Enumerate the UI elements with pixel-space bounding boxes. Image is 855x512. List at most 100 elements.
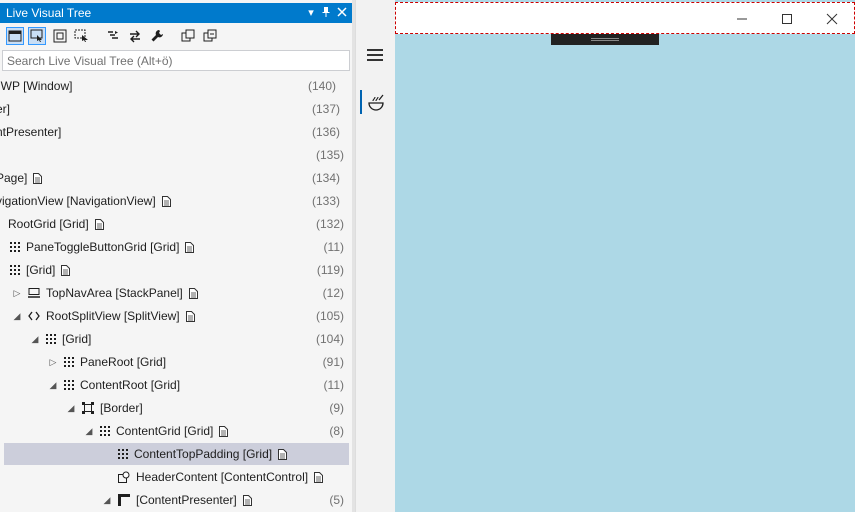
tree-row-count: (11) [323,378,344,392]
tree-row-count: (105) [315,309,344,323]
collapse-arrow-icon[interactable]: ◢ [84,426,94,437]
tree-row[interactable]: ◢ ContentGrid [Grid] (8) [0,420,352,442]
expand-arrow-icon[interactable]: ▷ [12,288,22,299]
border-element-icon [82,402,94,414]
go-to-source-icon[interactable] [242,494,252,506]
tree-row[interactable]: er] (137) [0,98,348,120]
app-window [355,0,855,512]
collapse-arrow-icon[interactable]: ◢ [12,311,22,322]
tree-row-count: (119) [316,263,344,277]
wrench-icon[interactable] [148,27,166,45]
sync-arrows-icon[interactable] [126,27,144,45]
tree-row-count: (12) [322,286,344,300]
window-close-icon[interactable] [824,11,840,27]
go-to-source-icon[interactable] [314,471,324,483]
tree-row-label: Page] [0,171,28,185]
search-input[interactable] [3,51,323,70]
tree-row[interactable]: ContentTopPadding [Grid] [4,443,349,465]
app-content-area [395,0,855,512]
tree-row[interactable]: vigationView [NavigationView] (133) [0,190,348,212]
tree-row-count: (137) [311,102,340,116]
go-to-source-icon[interactable] [219,425,229,437]
minimize-icon[interactable] [734,11,750,27]
go-to-source-icon[interactable] [33,172,43,184]
tree-row-label: ContentRoot [Grid] [80,378,181,392]
expand-all-icon[interactable] [179,27,197,45]
search-box[interactable] [2,50,350,71]
tree-row[interactable]: ▷ PaneRoot [Grid] (91) [0,351,352,373]
panel-title: Live Visual Tree [6,6,92,20]
tree-row-label: vigationView [NavigationView] [0,194,156,208]
tree-row-label: PaneRoot [Grid] [80,355,167,369]
hamburger-menu-icon[interactable] [367,47,385,63]
tree-row[interactable]: ◢ [Grid] (104) [0,328,352,350]
dropdown-icon[interactable]: ▾ [304,5,318,19]
tree-row[interactable]: HeaderContent [ContentControl] [0,466,352,488]
tree-row[interactable]: RootGrid [Grid] (132) [0,213,352,235]
tree-row-count: (104) [315,332,344,346]
collapse-arrow-icon[interactable]: ◢ [30,334,40,345]
tree-row[interactable]: ◢ ContentRoot [Grid] (11) [0,374,352,396]
tree-row-count: (135) [315,148,344,162]
go-to-source-icon[interactable] [94,218,104,230]
expand-arrow-icon[interactable]: ▷ [48,357,58,368]
display-layout-adorners-icon[interactable] [51,27,69,45]
track-focus-icon[interactable] [73,27,91,45]
app-title-bar [395,2,855,34]
go-to-source-icon[interactable] [161,195,171,207]
navigation-pane [355,0,395,512]
go-to-source-icon[interactable] [185,241,195,253]
tree-row[interactable]: ◢ [Border] (9) [0,397,352,419]
tree-row-label: UWP [Window] [0,79,73,93]
drag-handle[interactable] [551,34,659,45]
tree-row-label: TopNavArea [StackPanel] [46,286,183,300]
tree-row[interactable]: [Grid] (119) [0,259,352,281]
tree-row[interactable]: (135) [0,144,352,166]
tree-row[interactable]: ◢ RootSplitView [SplitView] (105) [0,305,352,327]
collapse-all-icon[interactable] [201,27,219,45]
bowl-nav-icon[interactable] [367,93,385,111]
grid-element-icon [64,380,74,390]
grid-element-icon [10,265,20,275]
tree-row[interactable]: UWP [Window] (140) [0,75,344,97]
grid-element-icon [118,449,128,459]
grid-element-icon [64,357,74,367]
panel-title-bar: Live Visual Tree ▾ [0,3,354,23]
collapse-arrow-icon[interactable]: ◢ [102,495,112,506]
tree-row[interactable]: ▷ TopNavArea [StackPanel] (12) [0,282,352,304]
tree-row[interactable]: ◢ [ContentPresenter] (5) [0,489,352,511]
just-my-xaml-icon[interactable] [104,27,122,45]
tree-row-label: ContentTopPadding [Grid] [134,447,273,461]
collapse-arrow-icon[interactable]: ◢ [66,403,76,414]
tree-row-count: (5) [329,493,344,507]
tree-row-label: er] [0,102,11,116]
go-to-source-icon[interactable] [185,310,195,322]
show-in-app-toolbar-icon[interactable] [6,27,24,45]
content-element-icon [118,471,130,483]
go-to-source-icon[interactable] [188,287,198,299]
tree-row[interactable]: PaneToggleButtonGrid [Grid] (11) [0,236,352,258]
pin-icon[interactable] [319,5,333,19]
grid-element-icon [100,426,110,436]
tree-row-count: (8) [329,424,344,438]
grid-element-icon [10,242,20,252]
tree-row-count: (91) [322,355,344,369]
tree-row-count: (134) [311,171,340,185]
tree-row-label: [Grid] [62,332,92,346]
go-to-source-icon[interactable] [278,448,288,460]
close-icon[interactable] [335,5,349,19]
tree-row-label: RootGrid [Grid] [8,217,89,231]
tree-row-label: [Border] [100,401,143,415]
tree-row[interactable]: ntPresenter] (136) [0,121,348,143]
stack-element-icon [28,288,40,298]
panel-toolbar [0,25,354,49]
go-to-source-icon[interactable] [61,264,71,276]
select-element-icon[interactable] [28,27,46,45]
maximize-icon[interactable] [779,11,795,27]
tree-row[interactable]: Page] (134) [0,167,348,189]
collapse-arrow-icon[interactable]: ◢ [48,380,58,391]
grid-element-icon [46,334,56,344]
presenter-element-icon [118,494,130,506]
tree-row-count: (132) [315,217,344,231]
tree-row-label: [ContentPresenter] [136,493,237,507]
